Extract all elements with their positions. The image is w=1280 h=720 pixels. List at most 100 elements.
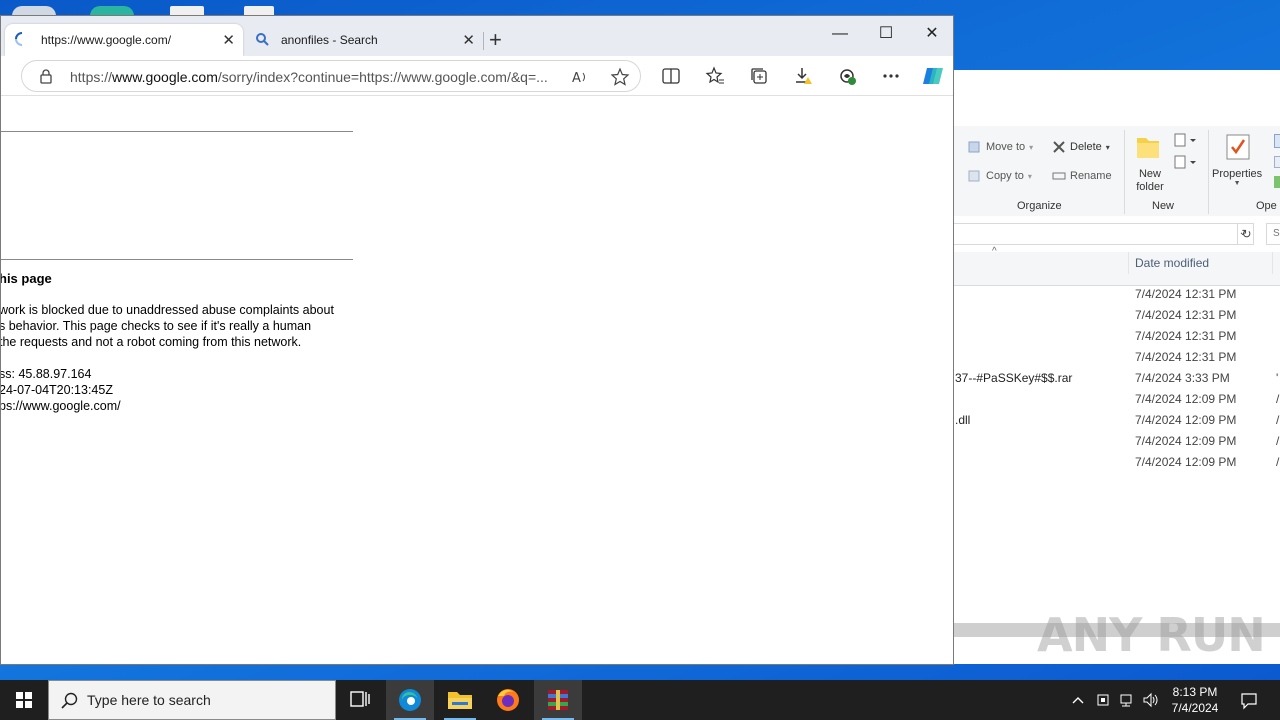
edit-icon[interactable] [1274, 156, 1280, 168]
explorer-ribbon: Move to ▾ Copy to ▾ Delete ▾ Rename New fol… [950, 126, 1280, 286]
file-row[interactable]: 7/4/2024 12:09 PM / [950, 430, 1280, 451]
windows-logo-icon [16, 692, 32, 708]
sort-up-icon: ^ [992, 246, 997, 257]
svg-text:A: A [572, 71, 581, 86]
read-aloud-icon[interactable]: A [570, 67, 590, 87]
lock-icon[interactable] [38, 68, 54, 84]
file-date-modified: 7/4/2024 12:31 PM [1135, 287, 1237, 301]
taskbar-firefox[interactable] [484, 680, 532, 720]
rename-button[interactable]: Rename [1052, 169, 1112, 183]
file-row[interactable]: 7/4/2024 12:31 PM [950, 283, 1280, 304]
tab-strip: https://www.google.com/ ✕ anonfiles - Se… [1, 16, 953, 56]
file-type-cell: / [1276, 434, 1280, 448]
loading-spinner-icon [15, 32, 29, 46]
search-placeholder: Type here to search [87, 692, 211, 708]
tab-google-sorry[interactable]: https://www.google.com/ ✕ [5, 24, 243, 56]
close-window-button[interactable]: ✕ [909, 20, 955, 48]
search-box[interactable]: S [1266, 223, 1280, 245]
browser-essentials-icon[interactable] [837, 66, 857, 86]
browser-toolbar: https://www.google.com/sorry/index?conti… [1, 56, 953, 96]
close-tab-icon[interactable]: ✕ [222, 31, 235, 49]
group-label-open: Ope [1256, 200, 1277, 212]
clock-date: 7/4/2024 [1171, 701, 1219, 715]
file-row[interactable]: 7/4/2024 12:31 PM [950, 346, 1280, 367]
folder-icon [448, 692, 472, 709]
timestamp-text: 24-07-04T20:13:45Z [1, 383, 113, 397]
delete-button[interactable]: Delete ▾ [1052, 140, 1110, 154]
notifications-icon[interactable] [1240, 692, 1258, 710]
properties-icon [1226, 134, 1250, 165]
new-item-icon[interactable] [1174, 132, 1198, 153]
file-date-modified: 7/4/2024 12:31 PM [1135, 350, 1237, 364]
move-to-icon [968, 140, 982, 154]
minimize-button[interactable]: — [817, 20, 863, 48]
file-type-cell: / [1276, 455, 1280, 469]
url-text[interactable]: https://www.google.com/sorry/index?conti… [70, 69, 558, 85]
file-type-cell: ' [1276, 371, 1279, 385]
copilot-icon[interactable] [921, 64, 945, 88]
search-icon [255, 32, 269, 46]
move-to-button[interactable]: Move to ▾ [968, 140, 1033, 154]
taskbar-edge[interactable] [386, 680, 434, 720]
divider-line [1, 131, 353, 132]
collections-icon[interactable] [749, 66, 769, 86]
winrar-icon [548, 690, 568, 710]
taskbar-winrar[interactable] [534, 680, 582, 720]
start-button[interactable] [0, 680, 48, 720]
close-tab-icon[interactable]: ✕ [462, 31, 475, 49]
file-row[interactable]: .dll 7/4/2024 12:09 PM / [950, 409, 1280, 430]
task-view-icon [350, 691, 370, 707]
taskbar-file-explorer[interactable] [436, 680, 484, 720]
page-heading: his page [1, 271, 52, 286]
favorites-icon[interactable] [705, 66, 725, 86]
properties-button[interactable]: Properties ▼ [1212, 168, 1262, 187]
copy-to-icon [968, 169, 982, 183]
new-folder-icon [1134, 134, 1162, 160]
blocked-message-line: s behavior. This page checks to see if i… [1, 319, 312, 333]
tab-divider [483, 32, 484, 50]
new-folder-button[interactable]: New folder [1134, 168, 1166, 194]
taskbar-search-box[interactable]: Type here to search [48, 680, 336, 720]
file-row[interactable]: 7/4/2024 12:31 PM [950, 304, 1280, 325]
file-date-modified: 7/4/2024 12:09 PM [1135, 413, 1237, 427]
column-header-date-modified[interactable]: Date modified [1135, 256, 1209, 270]
address-bar[interactable]: https://www.google.com/sorry/index?conti… [21, 60, 641, 92]
refresh-icon[interactable]: ↻ [1237, 223, 1255, 245]
copy-to-button[interactable]: Copy to ▾ [968, 169, 1032, 183]
task-view-button[interactable] [336, 680, 384, 720]
file-type-cell: / [1276, 392, 1280, 406]
show-hidden-icons-chevron[interactable] [1070, 692, 1086, 708]
maximize-button[interactable]: ☐ [863, 20, 909, 48]
file-date-modified: 7/4/2024 12:09 PM [1135, 434, 1237, 448]
delete-x-icon [1052, 140, 1066, 154]
file-row[interactable]: 7/4/2024 12:09 PM / [950, 451, 1280, 472]
anyrun-watermark: ANY RUN [1037, 608, 1266, 662]
usb-device-icon[interactable] [1095, 692, 1111, 708]
file-name: .dll [955, 413, 971, 427]
column-separator [1272, 252, 1273, 274]
tab-anonfiles-search[interactable]: anonfiles - Search ✕ [245, 24, 483, 56]
new-tab-button[interactable]: + [489, 29, 502, 51]
volume-icon[interactable] [1142, 692, 1158, 708]
file-row[interactable]: 37--#PaSSKey#$$.rar 7/4/2024 3:33 PM ' [950, 367, 1280, 388]
network-icon[interactable] [1118, 692, 1134, 708]
settings-more-icon[interactable] [881, 66, 901, 86]
file-row[interactable]: 7/4/2024 12:31 PM [950, 325, 1280, 346]
system-clock[interactable]: 8:13 PM 7/4/2024 [1164, 684, 1226, 716]
google-sorry-page: his page work is blocked due to unaddres… [1, 96, 947, 664]
file-date-modified: 7/4/2024 12:31 PM [1135, 308, 1237, 322]
address-bar[interactable]: ⌄ [950, 223, 1254, 245]
column-separator [1128, 252, 1129, 274]
split-screen-icon[interactable] [661, 66, 681, 86]
favorite-star-icon[interactable] [610, 67, 630, 87]
group-label-organize: Organize [1017, 200, 1062, 212]
downloads-warning-icon[interactable] [793, 66, 813, 86]
ribbon-divider [1124, 130, 1125, 214]
divider-line [1, 259, 353, 260]
open-icon[interactable] [1274, 134, 1280, 148]
history-icon[interactable] [1274, 176, 1280, 188]
edge-icon [399, 689, 421, 711]
file-name: 37--#PaSSKey#$$.rar [955, 371, 1073, 385]
easy-access-icon[interactable] [1174, 154, 1198, 175]
file-row[interactable]: 7/4/2024 12:09 PM / [950, 388, 1280, 409]
